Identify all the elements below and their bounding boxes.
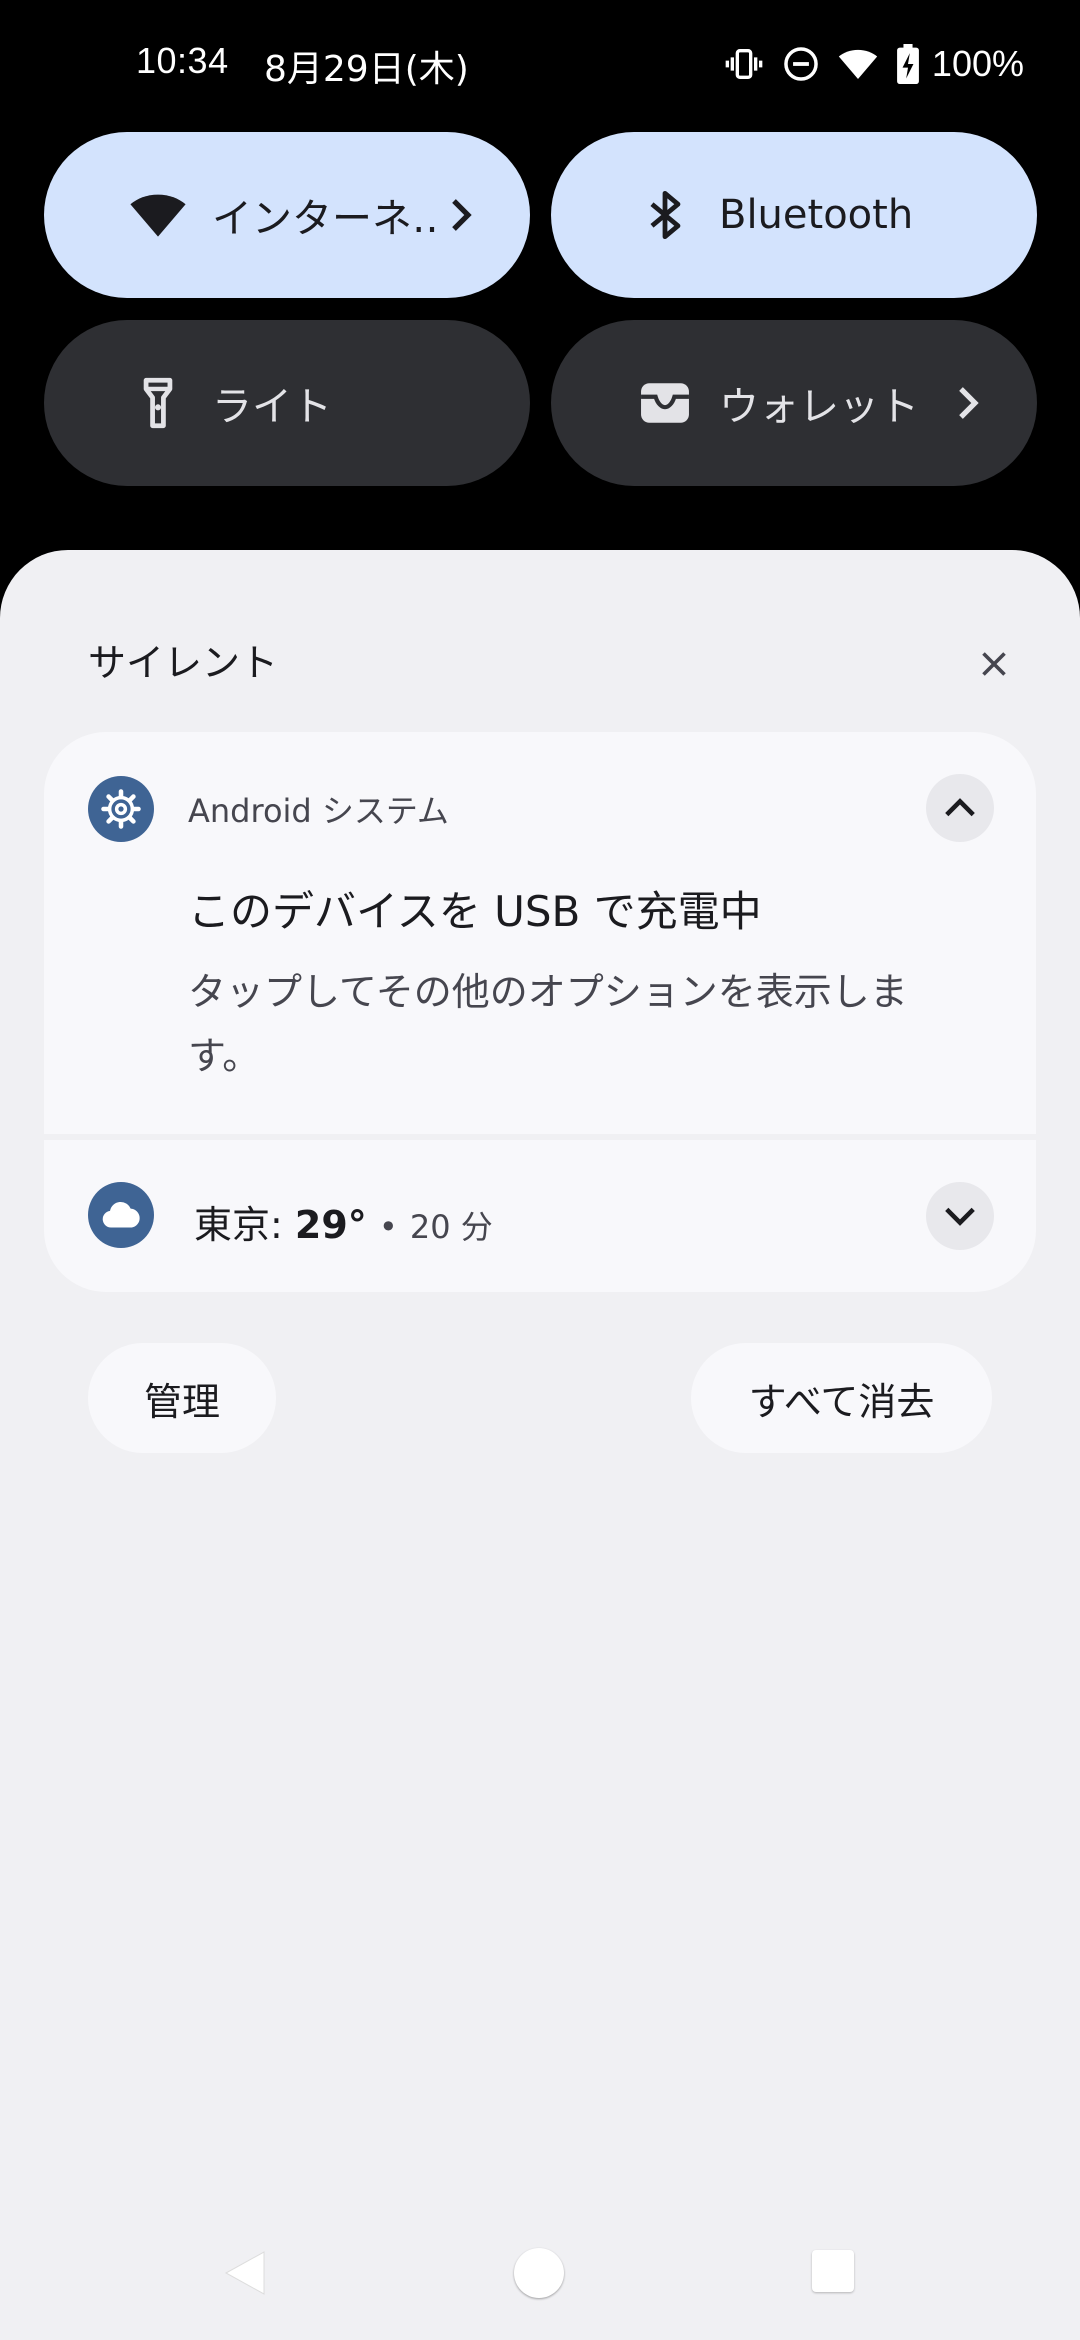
chevron-down-icon [945,1207,975,1226]
notification-group: Android システム このデバイスを USB で充電中 タップしてその他のオ… [44,732,1036,1292]
flashlight-icon [128,373,188,433]
notification-usb-charging[interactable]: Android システム このデバイスを USB で充電中 タップしてその他のオ… [44,732,1036,1134]
tile-flashlight-label: ライト [212,384,332,430]
back-button[interactable] [222,2248,268,2302]
weather-place: 東京: [194,1203,283,1247]
notification-time: 20 分 [409,1208,493,1246]
do-not-disturb-icon [782,45,820,83]
clear-all-button[interactable]: すべて消去 [691,1343,992,1453]
chevron-up-icon [945,798,975,817]
expand-button[interactable] [926,1182,994,1250]
chevron-right-icon [949,383,989,423]
status-date: 8月29日(木) [264,49,469,90]
tile-bluetooth-label: Bluetooth [719,192,914,238]
recents-button[interactable] [812,2250,854,2292]
vibrate-icon [724,44,764,84]
tile-wallet-label: ウォレット [719,384,919,430]
bluetooth-icon [635,185,695,245]
manage-button[interactable]: 管理 [88,1343,276,1453]
battery-charging-icon [896,44,920,84]
tile-wallet[interactable]: ウォレット [551,320,1037,486]
wifi-icon [838,44,878,84]
tile-bluetooth[interactable]: Bluetooth [551,132,1037,298]
chevron-right-icon [442,195,482,235]
status-bar: 10:34 8月29日(木) 100% [0,0,1080,130]
settings-gear-icon [88,776,154,842]
status-icons: 100% [724,42,1024,86]
status-time: 10:34 [136,40,229,81]
notification-weather[interactable]: 東京: 29° • 20 分 [44,1140,1036,1292]
close-icon[interactable] [964,634,1024,694]
weather-temp: 29° [294,1203,367,1247]
tile-internet[interactable]: インターネ‥ [44,132,530,298]
cloud-icon [88,1182,154,1248]
tile-internet-label: インターネ‥ [212,196,439,242]
notification-title: このデバイスを USB で充電中 [188,887,762,936]
silent-section-header: サイレント [88,641,279,685]
battery-percent: 100% [931,43,1024,84]
collapse-button[interactable] [926,774,994,842]
wallet-icon [635,373,695,433]
wifi-icon [128,185,188,245]
separator-dot: • [378,1208,398,1246]
tile-flashlight[interactable]: ライト [44,320,530,486]
notification-text: タップしてその他のオプションを表示します。 [188,970,908,1078]
notification-app-name: Android システム [188,792,449,830]
back-triangle-icon [224,2251,265,2295]
weather-summary: 東京: 29° • 20 分 [194,1194,493,1249]
home-button[interactable] [514,2248,564,2298]
